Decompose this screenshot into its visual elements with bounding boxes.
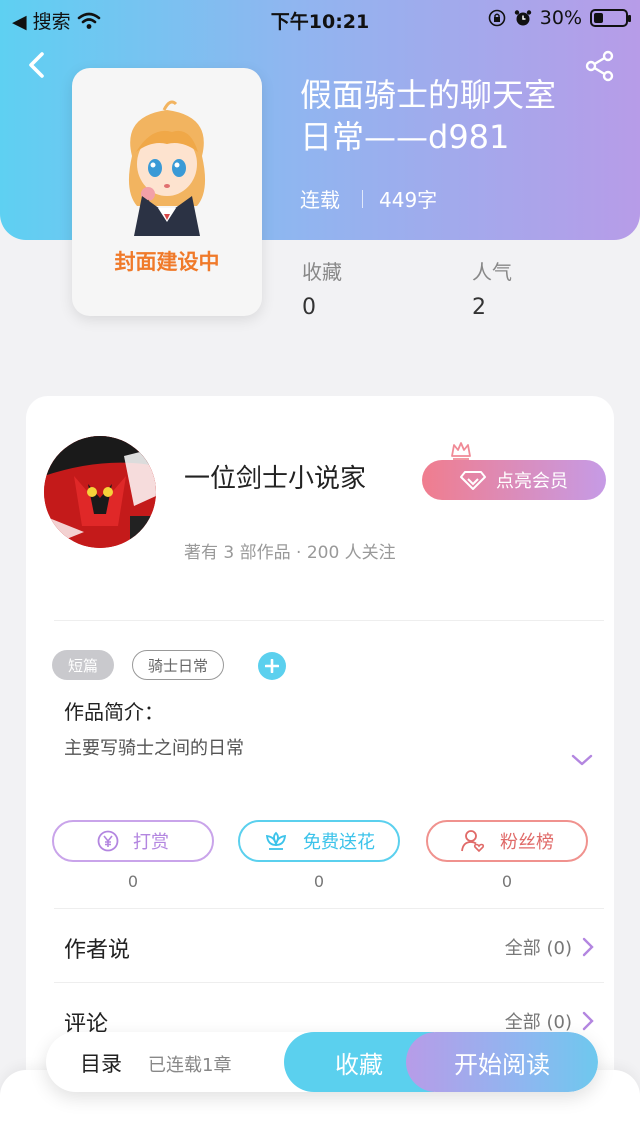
stat-popularity: 人气 2	[472, 256, 512, 320]
vip-button[interactable]: 点亮会员	[422, 460, 606, 500]
status-bar: ◀ 搜索 下午10:21 30%	[0, 0, 640, 36]
tip-button[interactable]: 打赏	[52, 820, 214, 862]
book-title-line2: 日常——d981	[300, 118, 510, 156]
diamond-icon	[460, 471, 486, 490]
flower-count: 0	[313, 872, 325, 891]
book-word-count: 449字	[379, 188, 438, 212]
plus-icon	[265, 659, 279, 673]
start-reading-button[interactable]: 开始阅读	[406, 1032, 598, 1092]
crown-icon	[451, 442, 471, 460]
user-heart-icon	[461, 830, 485, 853]
author-says-all-link[interactable]: 全部 (0)	[505, 934, 594, 960]
divider	[54, 982, 604, 983]
add-tag-button[interactable]	[258, 652, 286, 680]
send-flower-label: 免费送花	[303, 832, 375, 853]
author-name[interactable]: 一位剑士小说家	[184, 458, 366, 495]
tag-short[interactable]: 短篇	[52, 650, 114, 680]
anime-girl-illustration	[128, 100, 206, 236]
stat-value: 0	[302, 295, 316, 320]
chevron-right-icon	[582, 937, 594, 957]
tag-knight-daily[interactable]: 骑士日常	[132, 650, 224, 680]
stat-label: 收藏	[302, 260, 342, 284]
battery-percent: 30%	[539, 7, 582, 29]
bottom-action-bar: 目录 已连载1章 收藏 开始阅读	[46, 1032, 598, 1092]
comments-all-link[interactable]: 全部 (0)	[505, 1008, 594, 1034]
fans-count: 0	[501, 872, 513, 891]
divider	[54, 908, 604, 909]
author-works-followers: 著有 3 部作品 · 200 人关注	[184, 543, 396, 563]
alarm-icon	[514, 10, 531, 26]
book-detail-card: 一位剑士小说家 著有 3 部作品 · 200 人关注 点亮会员 短篇 骑士日常 …	[26, 396, 614, 1096]
book-meta: 连载 449字	[300, 184, 437, 213]
book-status: 连载	[300, 188, 340, 212]
author-says-section[interactable]: 作者说 全部 (0)	[64, 932, 594, 964]
battery-level	[594, 13, 603, 23]
back-to-app-label[interactable]: ◀ 搜索	[12, 7, 71, 34]
book-cover[interactable]: 封面建设中	[72, 68, 262, 316]
intro-heading: 作品简介：	[64, 700, 164, 724]
stat-favorites: 收藏 0	[302, 256, 342, 320]
tip-label: 打赏	[133, 832, 169, 853]
book-title-line1: 假面骑士的聊天室	[300, 76, 557, 114]
stat-value: 2	[472, 295, 486, 320]
divider	[54, 620, 604, 621]
book-title: 假面骑士的聊天室 日常——d981	[300, 74, 620, 158]
wifi-icon	[77, 12, 100, 29]
status-left[interactable]: ◀ 搜索	[12, 7, 101, 34]
collect-label: 收藏	[335, 1050, 383, 1079]
author-avatar-image	[44, 436, 156, 548]
yen-coin-icon	[97, 830, 119, 852]
status-right: 30%	[488, 7, 631, 29]
author-says-all-label: 全部 (0)	[504, 938, 572, 959]
battery-icon	[590, 9, 631, 27]
intro-text: 主要写骑士之间的日常	[64, 738, 244, 759]
fans-ranking-button[interactable]: 粉丝榜	[426, 820, 588, 862]
chapter-count: 已连载1章	[148, 1055, 232, 1076]
chevron-down-icon[interactable]	[570, 752, 594, 768]
back-arrow-icon[interactable]	[22, 48, 52, 82]
author-avatar[interactable]	[44, 436, 156, 548]
vip-button-label: 点亮会员	[496, 471, 568, 492]
tip-count: 0	[127, 872, 139, 891]
flower-icon	[265, 831, 287, 850]
send-flower-button[interactable]: 免费送花	[238, 820, 400, 862]
comments-all-label: 全部 (0)	[504, 1012, 572, 1033]
rotation-lock-icon	[488, 9, 506, 27]
start-reading-label: 开始阅读	[454, 1050, 550, 1079]
meta-divider	[362, 189, 363, 208]
stat-label: 人气	[472, 260, 512, 284]
table-of-contents-button[interactable]: 目录	[80, 1048, 122, 1078]
cover-placeholder-text: 封面建设中	[114, 250, 220, 274]
fans-ranking-label: 粉丝榜	[500, 832, 554, 853]
chevron-right-icon	[582, 1011, 594, 1031]
